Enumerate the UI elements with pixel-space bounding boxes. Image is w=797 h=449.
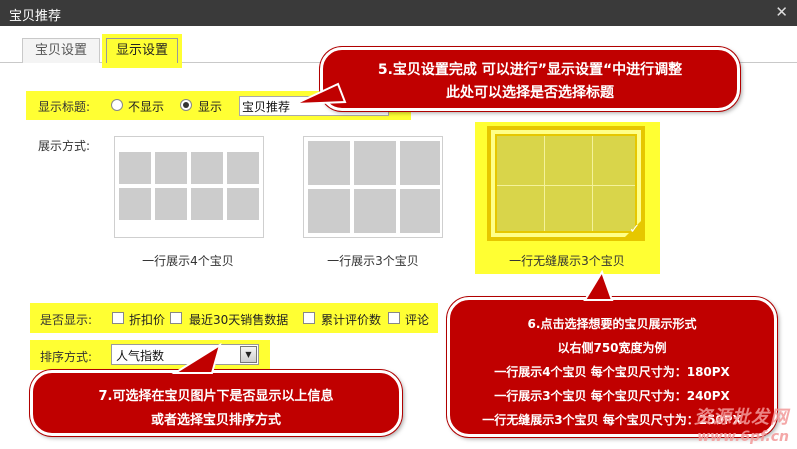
radio-hide-title[interactable] xyxy=(111,99,123,111)
layout-card-seamless-3[interactable]: ✓ xyxy=(487,126,645,241)
layout-card-seamless-label: 一行无缝展示3个宝贝 xyxy=(509,254,625,268)
watermark: 资源批发网 www.6pf.cn xyxy=(694,403,789,445)
tab-display-settings-label: 显示设置 xyxy=(106,38,178,63)
display-mode-label: 展示方式: xyxy=(38,139,91,153)
layout-card-4-per-row[interactable] xyxy=(114,136,264,238)
watermark-line-1: 资源批发网 xyxy=(694,407,789,428)
layout-card-3-label: 一行展示3个宝贝 xyxy=(327,254,419,268)
layout-card-3-per-row[interactable] xyxy=(303,136,443,238)
check-icon: ✓ xyxy=(629,222,640,237)
chevron-down-icon[interactable]: ▼ xyxy=(240,346,257,363)
radio-show-title[interactable] xyxy=(180,99,192,111)
checkbox-comments-label: 评论 xyxy=(405,313,430,327)
sort-select[interactable]: 人气指数 ▼ xyxy=(111,344,259,365)
callout-5-line: 此处可以选择是否选择标题 xyxy=(446,85,614,101)
show-flags-label: 是否显示: xyxy=(40,313,93,327)
callout-7: 7.可选择在宝贝图片下是否显示以上信息 或者选择宝贝排序方式 xyxy=(30,370,402,436)
window-titlebar: 宝贝推荐 ✕ xyxy=(0,0,797,26)
callout-6-pointer xyxy=(583,269,614,301)
callout-6-line: 一行展示4个宝贝 每个宝贝尺寸为：180PX xyxy=(494,365,730,379)
callout-5-line: 5.宝贝设置完成 可以进行”显示设置“中进行调整 xyxy=(377,62,683,78)
close-icon[interactable]: ✕ xyxy=(775,3,788,21)
sort-select-value: 人气指数 xyxy=(116,349,165,363)
callout-7-line: 7.可选择在宝贝图片下是否显示以上信息 xyxy=(98,389,334,404)
checkbox-30day-sales-label: 最近30天销售数据 xyxy=(189,313,289,327)
callout-5: 5.宝贝设置完成 可以进行”显示设置“中进行调整 此处可以选择是否选择标题 xyxy=(320,47,740,111)
layout-card-4-label: 一行展示4个宝贝 xyxy=(142,254,234,268)
callout-7-line: 或者选择宝贝排序方式 xyxy=(150,413,281,428)
checkbox-30day-sales[interactable] xyxy=(170,312,182,324)
tab-item-settings[interactable]: 宝贝设置 xyxy=(22,38,100,63)
window-title: 宝贝推荐 xyxy=(9,9,62,24)
sort-label: 排序方式: xyxy=(40,350,93,364)
checkbox-review-count-label: 累计评价数 xyxy=(321,313,382,327)
radio-hide-title-label: 不显示 xyxy=(128,100,165,114)
checkbox-discount-price[interactable] xyxy=(112,312,124,324)
callout-6-line: 以右侧750宽度为例 xyxy=(557,341,667,355)
checkbox-review-count[interactable] xyxy=(303,312,315,324)
callout-6-line: 6.点击选择想要的宝贝展示形式 xyxy=(527,317,697,331)
tab-display-settings[interactable]: 显示设置 xyxy=(102,34,182,68)
checkbox-comments[interactable] xyxy=(388,312,400,324)
display-title-label: 显示标题: xyxy=(38,100,91,114)
radio-show-title-label: 显示 xyxy=(198,100,223,114)
checkbox-discount-price-label: 折扣价 xyxy=(129,313,166,327)
watermark-line-2: www.6pf.cn xyxy=(697,429,789,445)
